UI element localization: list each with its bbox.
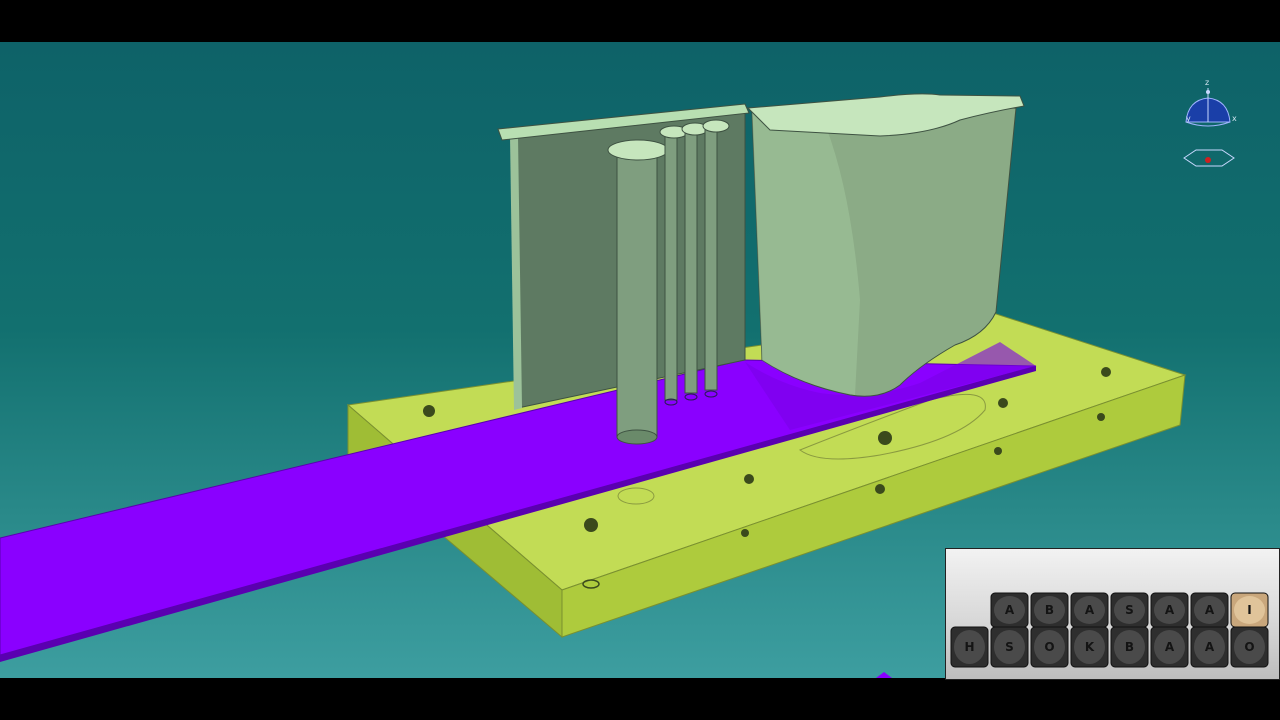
stamp-letter: B [1045, 603, 1054, 617]
stamp-letter: I [1247, 603, 1251, 617]
stamps-top-row: ABASAAI [990, 592, 1269, 628]
stamp-letter: A [1165, 603, 1175, 617]
small-punch-pin [684, 128, 698, 394]
stamp-letter: A [1005, 603, 1015, 617]
plate-hole [744, 474, 754, 484]
stamp-letter: A [1205, 603, 1215, 617]
plate-hole [994, 447, 1002, 455]
plate-hole [1101, 367, 1111, 377]
compass-axis-z-label: z [1205, 78, 1210, 87]
stamp-letter: O [1244, 640, 1254, 654]
small-punch-pin-head [702, 119, 730, 133]
stamp-letter: S [1005, 640, 1014, 654]
strip-tip-marker [876, 672, 892, 678]
stamps-bottom-row: HSOKBAAO [950, 626, 1269, 668]
stamp-letter: O [1044, 640, 1054, 654]
stamp-letter: A [1165, 640, 1175, 654]
compass-axis-x-label: x [1232, 114, 1237, 123]
compass-axis-y-label: y [1186, 114, 1191, 123]
stamp-letter: K [1085, 640, 1095, 654]
plate-hole [875, 484, 885, 494]
small-punch-pin [664, 131, 678, 401]
letter-stamps-inset-image: A B A S A A I H S O K B A A O [945, 548, 1280, 680]
plate-hole [584, 518, 598, 532]
video-frame: z x y A B A S A A I H S O K B A A O [0, 0, 1280, 720]
plate-hole [423, 405, 435, 417]
plate-hole [741, 529, 749, 537]
large-punch-pin [616, 149, 658, 438]
compass-icon [1183, 88, 1235, 167]
stamp-letter: A [1205, 640, 1215, 654]
stamp-letter: S [1125, 603, 1134, 617]
orientation-compass[interactable]: z x y [1172, 78, 1242, 172]
small-punch-pin [704, 125, 718, 391]
stamp-letter: B [1125, 640, 1134, 654]
large-punch-pin-head [607, 139, 669, 161]
letter-stamps-illustration: A B A S A A I H S O K B A A O [950, 592, 1269, 668]
stamp-letter: H [964, 640, 974, 654]
stamp-letter: A [1085, 603, 1095, 617]
large-punch-pin-base [616, 429, 658, 445]
plate-hole [878, 431, 892, 445]
plate-hole [1097, 413, 1105, 421]
plate-hole [998, 398, 1008, 408]
